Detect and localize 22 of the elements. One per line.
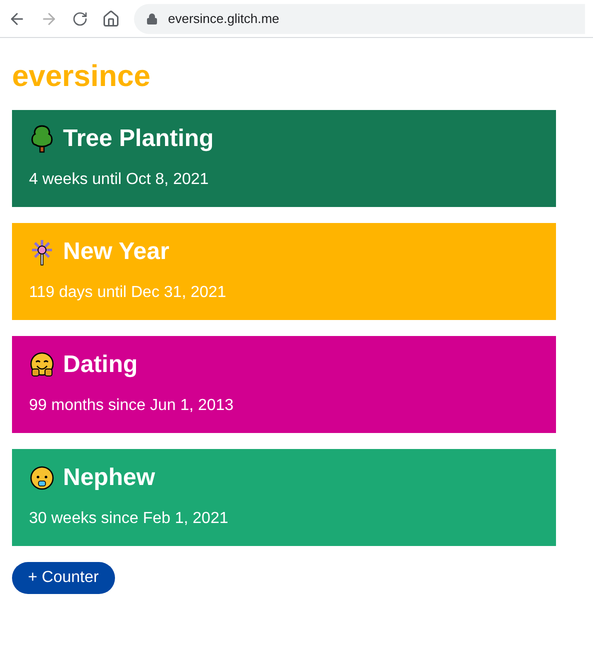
counter-title: New Year	[63, 237, 170, 267]
counter-card[interactable]: Nephew 30 weeks since Feb 1, 2021	[12, 449, 556, 546]
site-title: eversince	[12, 59, 152, 95]
counter-subtitle: 119 days until Dec 31, 2021	[29, 283, 228, 303]
lock-icon	[146, 12, 158, 24]
counter-subtitle: 4 weeks until Oct 8, 2021	[29, 170, 210, 190]
home-icon[interactable]	[102, 10, 120, 28]
counter-card[interactable]: Dating 99 months since Jun 1, 2013	[12, 336, 556, 433]
counter-title: Tree Planting	[63, 124, 214, 154]
reload-icon[interactable]	[72, 10, 88, 26]
address-bar[interactable]: eversince.glitch.me	[134, 4, 585, 34]
counter-title: Nephew	[63, 463, 156, 493]
counter-card[interactable]: Tree Planting 4 weeks until Oct 8, 2021	[12, 110, 556, 207]
url-text: eversince.glitch.me	[168, 10, 280, 28]
add-counter-button[interactable]: + Counter	[12, 562, 115, 594]
counter-subtitle: 30 weeks since Feb 1, 2021	[29, 509, 230, 529]
counter-subtitle: 99 months since Jun 1, 2013	[29, 396, 235, 416]
hugging-emoji-icon	[29, 351, 55, 379]
baby-emoji-icon	[29, 464, 55, 492]
firework-icon	[29, 238, 55, 266]
tree-icon	[29, 125, 55, 153]
counter-title: Dating	[63, 350, 138, 380]
